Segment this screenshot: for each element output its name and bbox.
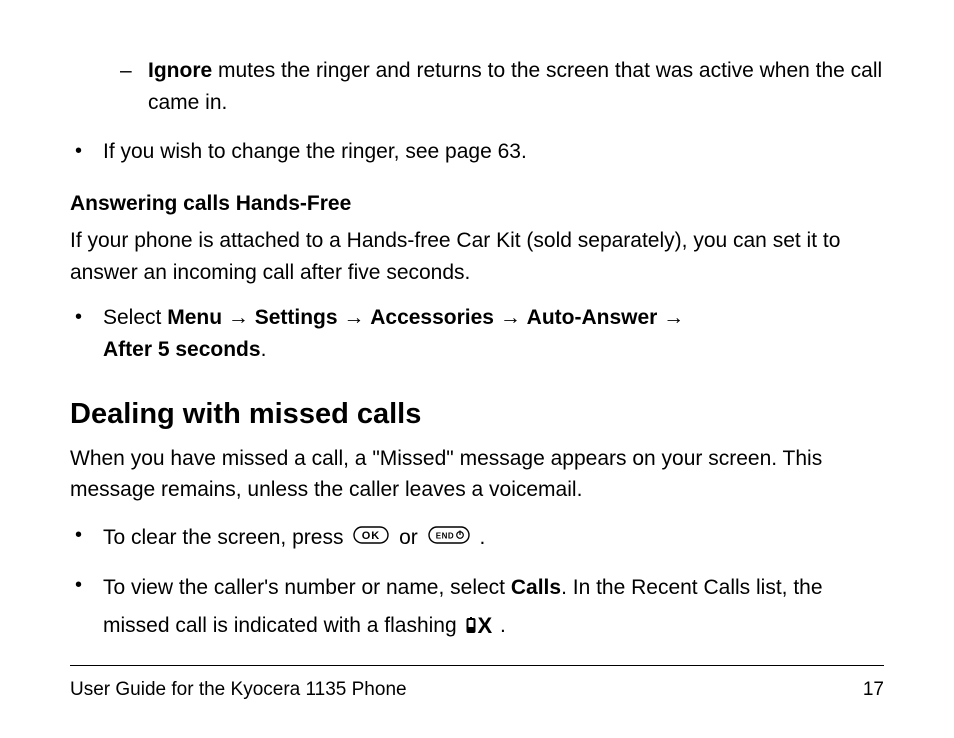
svg-text:END: END: [435, 531, 453, 540]
footer-page-number: 17: [863, 676, 884, 705]
bullet-marker: •: [75, 570, 103, 645]
path-after5: After 5 seconds: [103, 338, 261, 361]
or-text: or: [399, 526, 424, 549]
path-settings: Settings: [255, 306, 338, 329]
bullet-view-caller: • To view the caller's number or name, s…: [75, 570, 884, 645]
dash-marker: –: [120, 55, 148, 118]
menu-path-text: Select Menu → Settings → Accessories → A…: [103, 302, 884, 365]
end-key-icon: END: [428, 520, 470, 557]
clear-prefix: To clear the screen, press: [103, 526, 349, 549]
page-footer: User Guide for the Kyocera 1135 Phone 17: [70, 676, 884, 705]
view-caller-text: To view the caller's number or name, sel…: [103, 570, 884, 645]
bullet-menu-path: • Select Menu → Settings → Accessories →…: [75, 302, 884, 365]
ignore-text: Ignore mutes the ringer and returns to t…: [148, 55, 884, 118]
calls-label: Calls: [511, 576, 561, 599]
view-prefix: To view the caller's number or name, sel…: [103, 576, 511, 599]
missed-call-icon: X: [465, 607, 493, 646]
arrow: →: [494, 306, 527, 329]
bullet-clear-screen: • To clear the screen, press OK or END .: [75, 520, 884, 557]
bullet-marker: •: [75, 136, 103, 168]
missed-calls-paragraph: When you have missed a call, a "Missed" …: [70, 443, 884, 506]
ignore-label: Ignore: [148, 59, 212, 82]
arrow: →: [657, 306, 684, 329]
ignore-rest: mutes the ringer and returns to the scre…: [148, 59, 882, 114]
sub-list-item-ignore: – Ignore mutes the ringer and returns to…: [120, 55, 884, 118]
handsfree-heading: Answering calls Hands-Free: [70, 188, 884, 220]
footer-title: User Guide for the Kyocera 1135 Phone: [70, 676, 407, 705]
change-ringer-text: If you wish to change the ringer, see pa…: [103, 136, 884, 168]
path-accessories: Accessories: [370, 306, 494, 329]
ok-key-icon: OK: [353, 520, 389, 557]
arrow: →: [338, 306, 371, 329]
period: .: [500, 614, 506, 637]
path-prefix: Select: [103, 306, 167, 329]
arrow: →: [222, 306, 255, 329]
period: .: [479, 526, 485, 549]
svg-text:OK: OK: [362, 530, 381, 542]
bullet-change-ringer: • If you wish to change the ringer, see …: [75, 136, 884, 168]
bullet-marker: •: [75, 520, 103, 557]
handsfree-paragraph: If your phone is attached to a Hands-fre…: [70, 225, 884, 288]
bullet-marker: •: [75, 302, 103, 365]
path-autoanswer: Auto-Answer: [527, 306, 658, 329]
page-content: – Ignore mutes the ringer and returns to…: [0, 0, 954, 738]
footer-divider: [70, 665, 884, 666]
missed-calls-heading: Dealing with missed calls: [70, 393, 884, 437]
path-menu: Menu: [167, 306, 222, 329]
clear-screen-text: To clear the screen, press OK or END .: [103, 520, 884, 557]
